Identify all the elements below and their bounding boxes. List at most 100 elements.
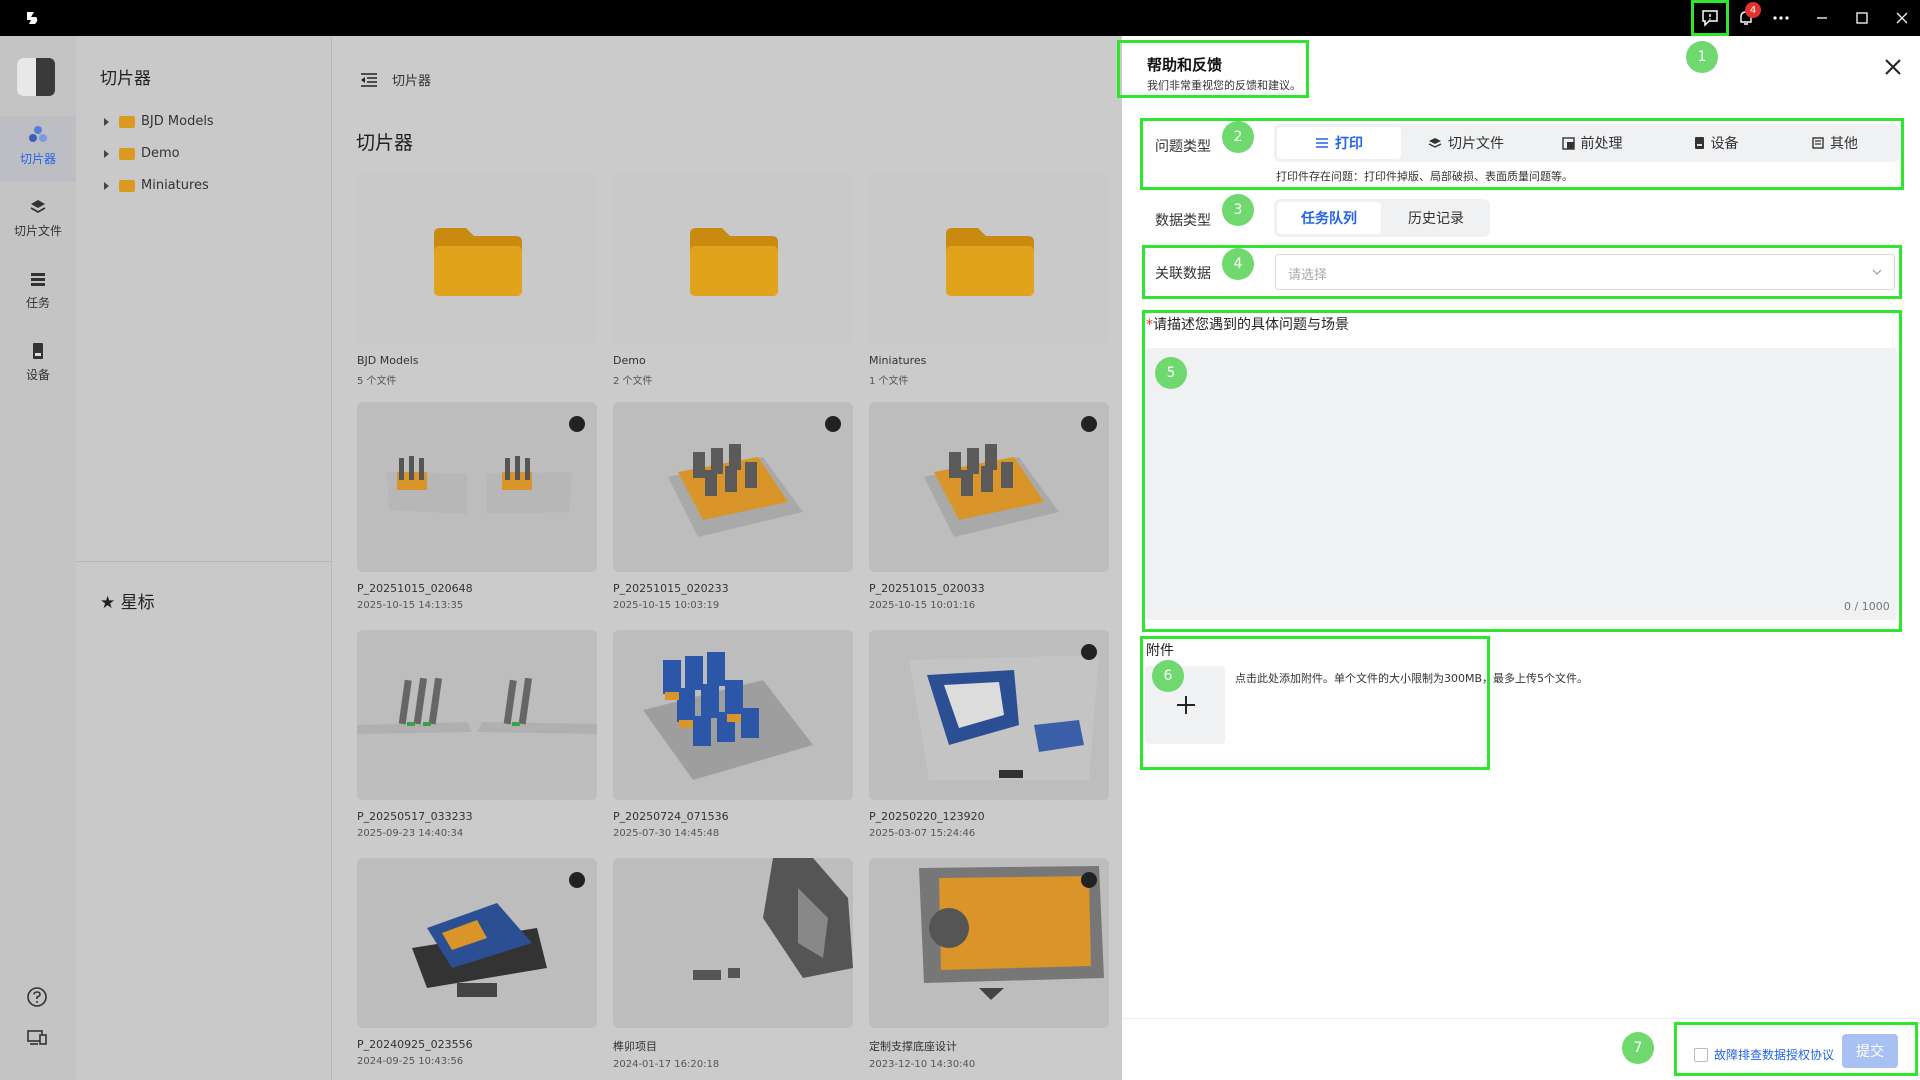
- card-name: P_20251015_020648: [357, 582, 473, 595]
- card-meta: 2024-09-25 10:43:56: [357, 1056, 464, 1067]
- rail-label: 任务: [25, 296, 50, 310]
- file-card[interactable]: P_20251015_020033 2025-10-15 10:01:16: [869, 402, 1109, 611]
- help-button[interactable]: [26, 986, 48, 1008]
- card-meta: 2023-12-10 14:30:40: [869, 1059, 976, 1070]
- feedback-button[interactable]: [1691, 0, 1729, 36]
- panel-title: 帮助和反馈: [1147, 56, 1223, 74]
- feedback-icon: [1702, 10, 1718, 27]
- card-meta: 2025-07-30 14:45:48: [613, 828, 720, 839]
- issue-type-segmented: 打印 切片文件 前处理 设备 其他: [1274, 124, 1899, 162]
- file-card[interactable]: P_20250220_123920 2025-03-07 15:24:46: [869, 630, 1109, 839]
- card-meta: 2025-03-07 15:24:46: [869, 828, 976, 839]
- star-icon: ★: [100, 593, 116, 613]
- task-list-icon: [31, 273, 45, 286]
- minimize-button[interactable]: [1804, 0, 1840, 36]
- close-icon[interactable]: [1880, 54, 1906, 80]
- card-name: P_20250220_123920: [869, 810, 985, 823]
- breadcrumb: 切片器: [360, 70, 431, 89]
- divider: [1122, 1018, 1920, 1019]
- folder-icon: [434, 228, 522, 296]
- cloud-icon: [569, 416, 585, 432]
- model-preview-image: [909, 655, 1099, 780]
- file-card[interactable]: 榫卯项目 2024-01-17 16:20:18: [613, 858, 853, 1070]
- annotation-marker: 3: [1222, 194, 1254, 226]
- collapse-sidebar-icon[interactable]: [360, 72, 378, 88]
- tree-item-label: BJD Models: [141, 114, 214, 129]
- tab-preprocess[interactable]: 前处理: [1530, 127, 1654, 159]
- rail-item-slicer[interactable]: 切片器: [0, 116, 76, 182]
- file-card[interactable]: P_20250724_071536 2025-07-30 14:45:48: [613, 630, 853, 839]
- tab-label: 任务队列: [1301, 211, 1357, 227]
- tab-device[interactable]: 设备: [1654, 127, 1778, 159]
- chevron-right-icon[interactable]: [104, 181, 109, 190]
- tab-print[interactable]: 打印: [1277, 127, 1401, 159]
- file-card[interactable]: P_20251015_020648 2025-10-15 14:13:35: [357, 402, 597, 611]
- device-manage-button[interactable]: [26, 1026, 48, 1048]
- cloud-icon: [1081, 416, 1097, 432]
- card-name: P_20250724_071536: [613, 810, 729, 823]
- file-card[interactable]: P_20240925_023556 2024-09-25 10:43:56: [357, 858, 597, 1067]
- agree-checkbox[interactable]: [1694, 1048, 1708, 1062]
- model-preview-image: [924, 444, 1059, 537]
- close-window-button[interactable]: [1884, 0, 1920, 36]
- preprocess-icon: [1561, 136, 1575, 150]
- slicer-icon: [29, 126, 47, 142]
- avatar[interactable]: [17, 58, 55, 96]
- card-name: Miniatures: [869, 354, 927, 367]
- app-logo: [27, 12, 38, 24]
- rail-label: 设备: [25, 368, 50, 382]
- layers-icon: [30, 200, 46, 214]
- tab-label: 历史记录: [1408, 211, 1464, 227]
- agreement-link[interactable]: 故障排查数据授权协议: [1714, 1046, 1834, 1063]
- file-card[interactable]: P_20250517_033233 2025-09-23 14:40:34: [357, 630, 597, 839]
- description-textarea[interactable]: [1145, 348, 1897, 620]
- card-name: P_20251015_020033: [869, 582, 985, 595]
- file-card[interactable]: P_20251015_020233 2025-10-15 10:03:19: [613, 402, 853, 611]
- annotation-marker: 7: [1622, 1032, 1654, 1064]
- chevron-right-icon[interactable]: [104, 117, 109, 126]
- tree-item-demo[interactable]: Demo: [104, 146, 180, 161]
- tree-item-bjd-models[interactable]: BJD Models: [104, 114, 214, 129]
- file-card[interactable]: 定制支撑底座设计 2023-12-10 14:30:40: [869, 858, 1109, 1070]
- folder-card[interactable]: BJD Models 5 个文件: [357, 174, 597, 387]
- help-icon: [27, 987, 47, 1007]
- model-preview-image: [919, 866, 1104, 1000]
- more-button[interactable]: [1763, 0, 1799, 36]
- rail-item-devices[interactable]: 设备: [0, 332, 76, 398]
- tree-item-miniatures[interactable]: Miniatures: [104, 178, 209, 193]
- rail-item-slice-files[interactable]: 切片文件: [0, 188, 76, 254]
- starred-section[interactable]: ★ 星标: [100, 588, 155, 613]
- nav-rail: 切片器 切片文件 任务 设备: [0, 36, 76, 1080]
- issue-type-label: 问题类型: [1155, 139, 1211, 155]
- submit-button[interactable]: 提交: [1842, 1034, 1898, 1068]
- file-grid-area: 切片器 切片器 BJD Models 5 个文件 Demo 2 个文件 Mini…: [332, 36, 1122, 1080]
- card-meta: 2025-10-15 10:03:19: [613, 600, 720, 611]
- title-bar: 4: [0, 0, 1920, 36]
- breadcrumb-item[interactable]: 切片器: [392, 70, 431, 89]
- maximize-button[interactable]: [1844, 0, 1880, 36]
- description-label-text: 请描述您遇到的具体问题与场景: [1153, 317, 1349, 333]
- rail-label: 切片器: [19, 152, 56, 166]
- card-meta: 5 个文件: [357, 376, 397, 387]
- cloud-icon: [1081, 644, 1097, 660]
- tab-slice-file[interactable]: 切片文件: [1404, 127, 1528, 159]
- card-name: P_20240925_023556: [357, 1038, 473, 1051]
- rail-item-tasks[interactable]: 任务: [0, 260, 76, 326]
- document-icon: [1812, 137, 1824, 149]
- cloud-icon: [569, 872, 585, 888]
- folder-card[interactable]: Demo 2 个文件: [613, 174, 853, 387]
- annotation-marker: 2: [1222, 121, 1254, 153]
- model-preview-image: [643, 652, 813, 780]
- chevron-down-icon: [1872, 269, 1882, 275]
- folder-card[interactable]: Miniatures 1 个文件: [869, 174, 1109, 387]
- tab-task-queue[interactable]: 任务队列: [1277, 202, 1381, 234]
- tab-other[interactable]: 其他: [1774, 127, 1896, 159]
- tab-label: 打印: [1335, 136, 1363, 152]
- tab-history[interactable]: 历史记录: [1384, 202, 1488, 234]
- annotation-marker: 4: [1222, 248, 1254, 280]
- folder-icon: [119, 147, 135, 160]
- chevron-right-icon[interactable]: [104, 149, 109, 158]
- card-meta: 2025-09-23 14:40:34: [357, 828, 464, 839]
- annotation-marker: 1: [1686, 41, 1718, 73]
- assoc-data-select[interactable]: 请选择: [1275, 254, 1895, 290]
